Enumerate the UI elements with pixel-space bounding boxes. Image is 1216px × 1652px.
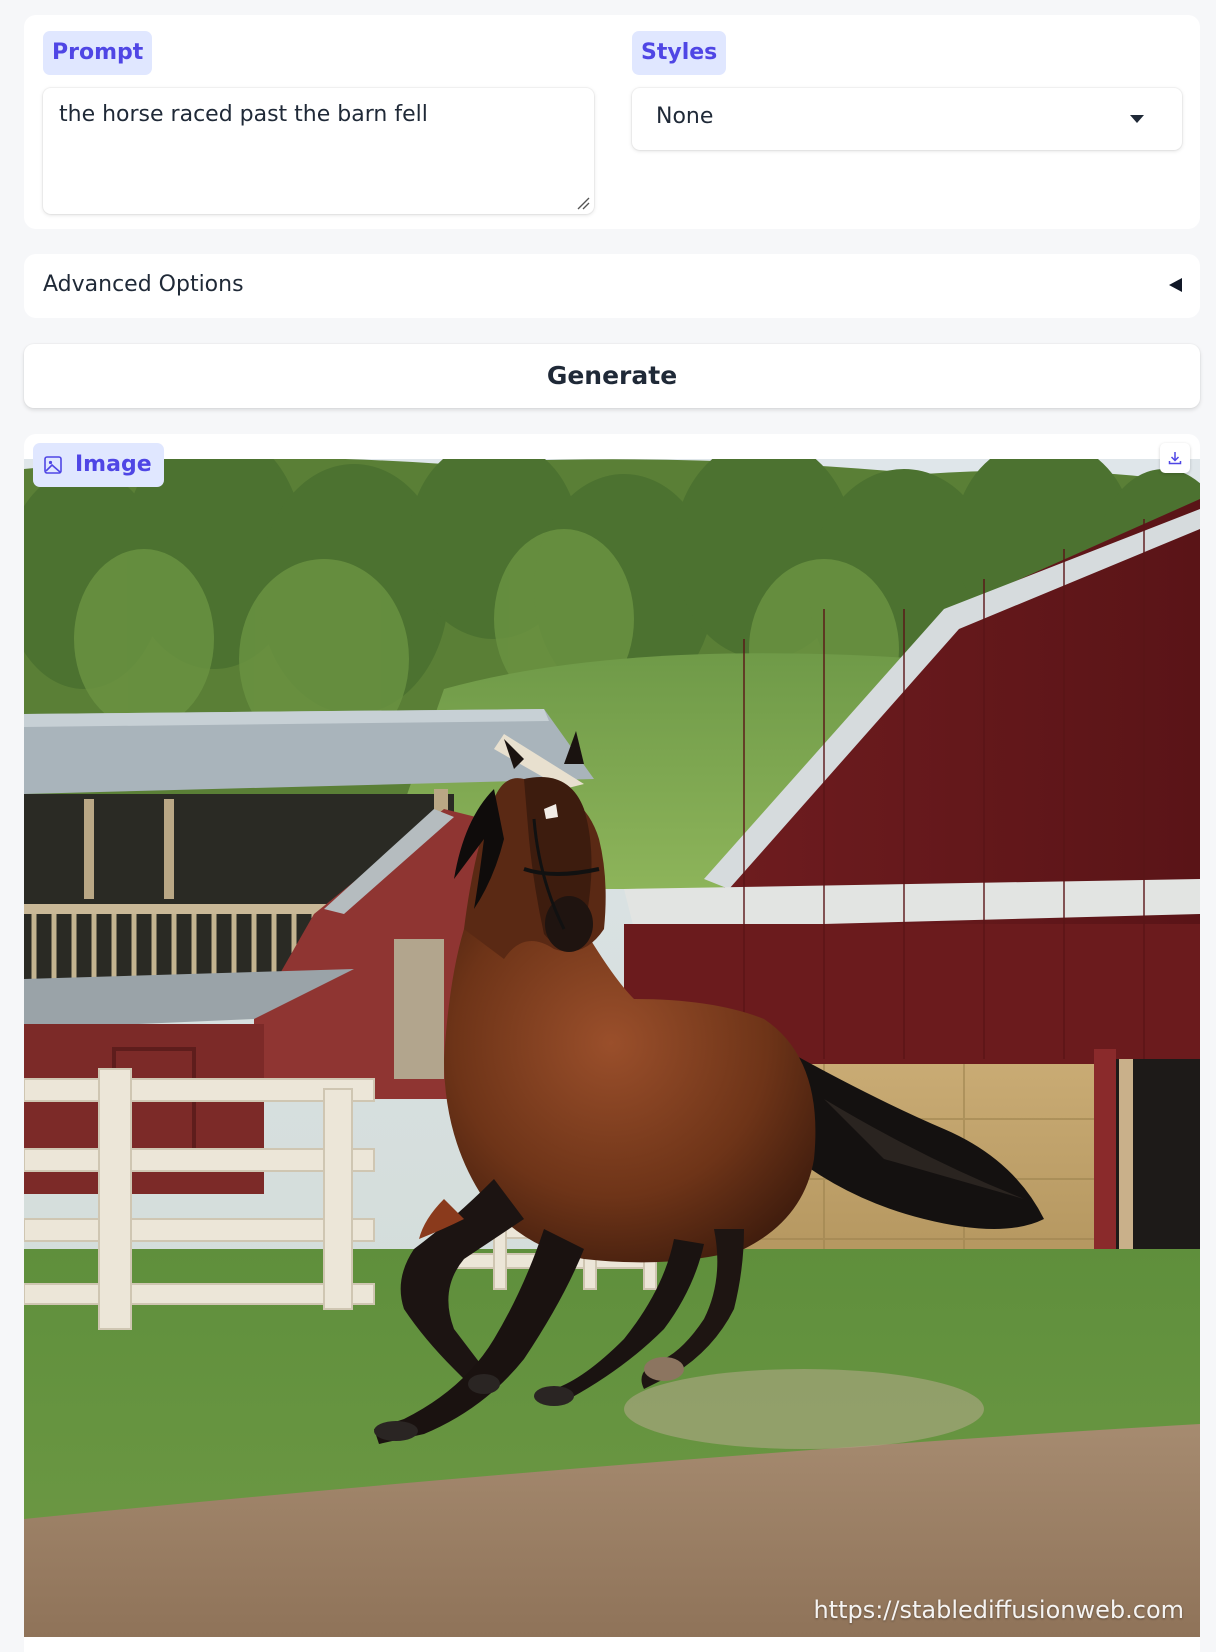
generate-button[interactable]: Generate [24, 344, 1200, 408]
caret-down-icon [1130, 115, 1144, 123]
input-panel: Prompt the horse raced past the barn fel… [24, 15, 1200, 229]
image-icon [44, 456, 62, 474]
resize-handle-icon[interactable] [576, 196, 590, 210]
prompt-textarea[interactable]: the horse raced past the barn fell [43, 88, 594, 214]
image-label: Image [33, 443, 164, 487]
prompt-text: the horse raced past the barn fell [59, 102, 428, 127]
advanced-options-label: Advanced Options [43, 272, 244, 297]
download-button[interactable] [1160, 443, 1190, 473]
collapse-arrow-icon [1169, 278, 1182, 292]
output-image-panel: Image https://stablediffusionweb.com [24, 434, 1200, 1652]
styles-selected-value: None [656, 104, 714, 129]
generated-image [24, 459, 1200, 1637]
prompt-label: Prompt [43, 31, 153, 75]
styles-dropdown[interactable]: None [632, 88, 1182, 150]
download-icon [1168, 452, 1182, 465]
watermark-text: https://stablediffusionweb.com [813, 1596, 1184, 1624]
advanced-options-accordion[interactable]: Advanced Options [24, 254, 1200, 318]
image-label-text: Image [75, 452, 152, 477]
page: Prompt the horse raced past the barn fel… [0, 0, 1216, 1652]
styles-label: Styles [632, 31, 727, 75]
